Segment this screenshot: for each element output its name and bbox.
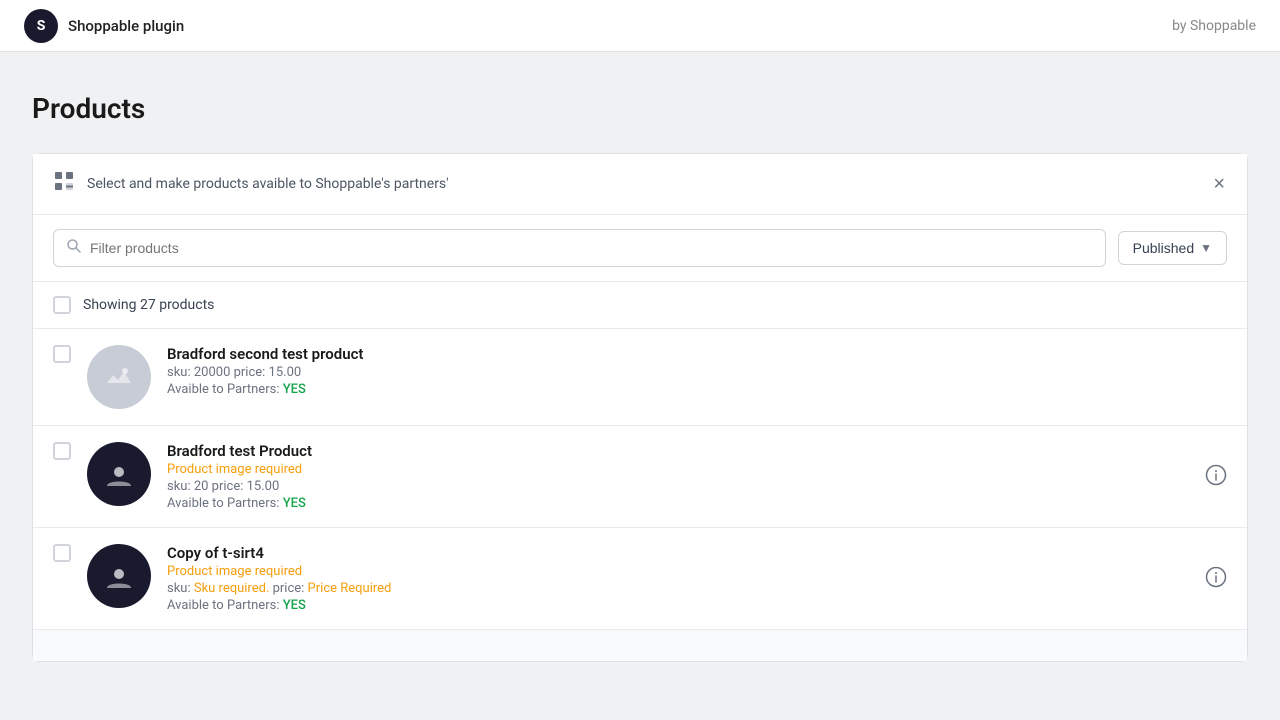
product-name: Bradford second test product: [167, 345, 1227, 363]
products-card: Select and make products avaible to Shop…: [32, 153, 1248, 662]
search-box[interactable]: [53, 229, 1106, 267]
product-name: Bradford test Product: [167, 442, 1227, 460]
product-thumbnail: [87, 544, 151, 608]
table-row: Bradford test Product Product image requ…: [33, 426, 1247, 528]
product-name: Copy of t-sirt4: [167, 544, 1227, 562]
partners-yes: YES: [283, 382, 306, 397]
banner: Select and make products avaible to Shop…: [33, 154, 1247, 215]
brand-initial: S: [37, 18, 46, 34]
page-title: Products: [32, 92, 1248, 125]
main-content: Products Select and make products avaibl…: [0, 52, 1280, 702]
info-button[interactable]: [1205, 566, 1227, 592]
product-checkbox[interactable]: [53, 442, 71, 460]
product-sku-price: sku: 20 price: 15.00: [167, 479, 1227, 494]
published-filter-button[interactable]: Published ▼: [1118, 231, 1227, 265]
topbar-byline: by Shoppable: [1172, 18, 1256, 34]
sku-required: Sku required.: [194, 581, 270, 596]
showing-row: Showing 27 products: [33, 282, 1247, 329]
brand-name: Shoppable plugin: [68, 17, 184, 35]
product-warning: Product image required: [167, 564, 1227, 579]
table-row: Copy of t-sirt4 Product image required s…: [33, 528, 1247, 629]
partners-yes: YES: [283, 598, 306, 613]
banner-icon: [53, 170, 75, 198]
search-row: Published ▼: [33, 215, 1247, 282]
published-label: Published: [1133, 240, 1195, 256]
partners-availability: Avaible to Partners: YES: [167, 382, 1227, 397]
banner-close-button[interactable]: ×: [1211, 172, 1227, 196]
chevron-down-icon: ▼: [1200, 241, 1212, 255]
bottom-bar: [33, 629, 1247, 661]
brand: S Shoppable plugin: [24, 9, 184, 43]
product-list: Bradford second test product sku: 20000 …: [33, 329, 1247, 629]
partners-availability: Avaible to Partners: YES: [167, 598, 1227, 613]
partners-yes: YES: [283, 496, 306, 511]
price-required: Price Required: [308, 581, 392, 596]
product-info: Copy of t-sirt4 Product image required s…: [167, 544, 1227, 613]
product-info: Bradford test Product Product image requ…: [167, 442, 1227, 511]
product-sku-price: sku: 20000 price: 15.00: [167, 365, 1227, 380]
banner-text: Select and make products avaible to Shop…: [87, 176, 449, 192]
select-all-checkbox[interactable]: [53, 296, 71, 314]
product-info: Bradford second test product sku: 20000 …: [167, 345, 1227, 397]
info-button[interactable]: [1205, 464, 1227, 490]
product-warning: Product image required: [167, 462, 1227, 477]
banner-left: Select and make products avaible to Shop…: [53, 170, 449, 198]
product-checkbox[interactable]: [53, 345, 71, 363]
search-input[interactable]: [90, 240, 1093, 256]
table-row: Bradford second test product sku: 20000 …: [33, 329, 1247, 426]
brand-logo: S: [24, 9, 58, 43]
showing-count: Showing 27 products: [83, 297, 214, 313]
partners-availability: Avaible to Partners: YES: [167, 496, 1227, 511]
product-checkbox[interactable]: [53, 544, 71, 562]
topbar: S Shoppable plugin by Shoppable: [0, 0, 1280, 52]
product-thumbnail: [87, 345, 151, 409]
product-thumbnail: [87, 442, 151, 506]
product-sku-price: sku: Sku required. price: Price Required: [167, 581, 1227, 596]
search-icon: [66, 238, 82, 258]
